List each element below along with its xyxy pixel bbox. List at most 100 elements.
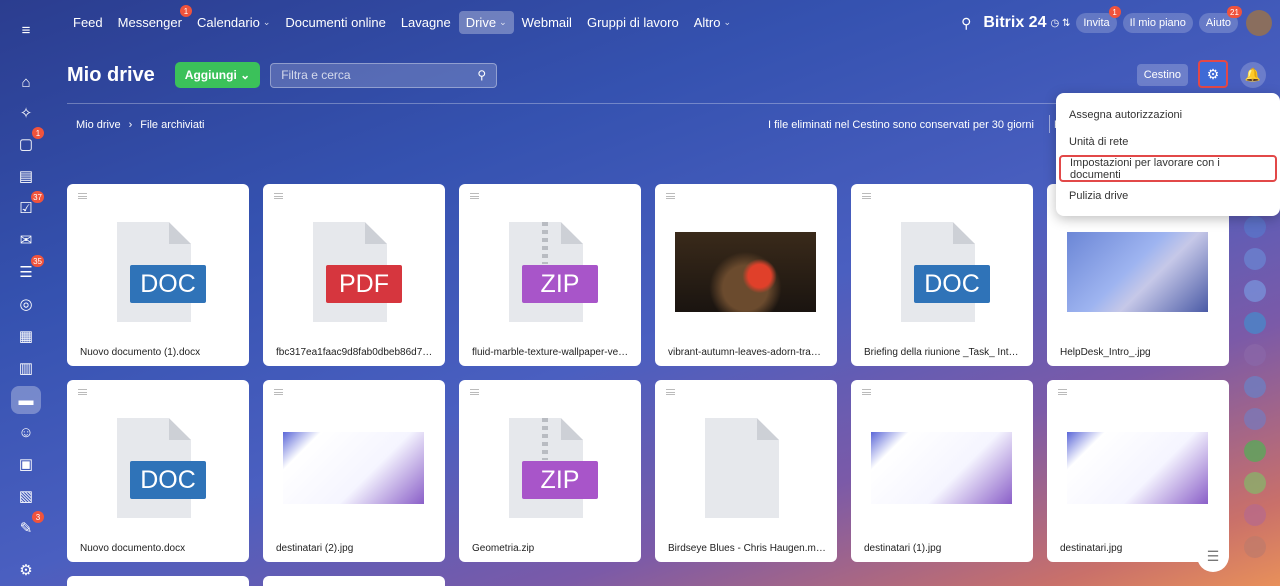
nav-item-8[interactable]: Altro ⌄ — [687, 11, 738, 34]
file-name[interactable]: destinatari (1).jpg — [864, 543, 1022, 554]
contact-avatar[interactable] — [1244, 344, 1266, 366]
contact-avatar[interactable] — [1244, 440, 1266, 462]
help-button[interactable]: Aiuto 21 — [1198, 6, 1242, 33]
chat-icon[interactable]: ▢ 1 — [12, 127, 44, 158]
file-name[interactable]: Birdseye Blues - Chris Haugen.mp3 — [668, 543, 826, 554]
notifications-bell-icon[interactable]: 🔔 — [1240, 62, 1266, 88]
drag-handle-icon[interactable] — [862, 389, 871, 395]
file-name[interactable]: Nuovo documento (1).docx — [80, 347, 238, 358]
file-type-label: ZIP — [522, 461, 598, 499]
nav-item-4[interactable]: Lavagne — [394, 11, 458, 34]
rail-badge: 35 — [31, 255, 44, 267]
drag-handle-icon[interactable] — [274, 193, 283, 199]
file-type-label: DOC — [130, 461, 206, 499]
breadcrumb-root[interactable]: Mio drive — [76, 119, 121, 131]
avatar[interactable] — [1246, 10, 1272, 36]
file-card[interactable]: vibrant-autumn-leaves-adorn-tranqu... — [655, 184, 837, 366]
my-plan-button[interactable]: Il mio piano — [1122, 13, 1193, 33]
contact-avatar[interactable] — [1244, 472, 1266, 494]
nav-item-7[interactable]: Gruppi di lavoro — [580, 11, 686, 34]
search-icon[interactable]: ⚲ — [961, 15, 971, 32]
add-label: Aggiungi — [184, 68, 237, 82]
nav-item-1[interactable]: Messenger 1 — [111, 5, 192, 34]
file-card[interactable]: destinatari (1).jpg — [851, 380, 1033, 562]
invite-button[interactable]: Invita 1 — [1076, 6, 1121, 33]
drag-handle-icon[interactable] — [470, 193, 479, 199]
target-icon[interactable]: ◎ — [12, 290, 40, 318]
file-card[interactable]: DOC Nuovo documento.docx — [67, 380, 249, 562]
dropdown-item-0[interactable]: Assegna autorizzazioni — [1056, 101, 1280, 128]
tasks-icon[interactable]: ☑ 37 — [12, 191, 44, 222]
settings-icon[interactable]: ⚙ — [12, 556, 40, 584]
contact-avatar[interactable] — [1244, 248, 1266, 270]
page-title: Mio drive — [67, 63, 155, 86]
file-type-label: DOC — [130, 265, 206, 303]
groups-icon[interactable]: ☺ — [12, 418, 40, 446]
board-icon[interactable]: ▣ — [12, 450, 40, 478]
nav-item-0[interactable]: Feed — [66, 11, 110, 34]
drag-handle-icon[interactable] — [862, 193, 871, 199]
file-card[interactable] — [67, 576, 249, 586]
file-card[interactable]: ZIP Geometria.zip — [459, 380, 641, 562]
planner-icon[interactable]: ▧ — [12, 482, 40, 510]
dropdown-item-2[interactable]: Impostazioni per lavorare con i document… — [1059, 155, 1277, 182]
drive-icon[interactable]: ▬ — [11, 386, 41, 414]
chevron-down-icon: ⌄ — [499, 17, 507, 27]
contact-avatar[interactable] — [1244, 376, 1266, 398]
contact-avatar[interactable] — [1244, 536, 1266, 558]
crm-icon[interactable]: ☰ 35 — [12, 255, 44, 286]
calendar-icon[interactable]: ▦ — [12, 322, 40, 350]
docs-icon[interactable]: ▥ — [12, 354, 40, 382]
file-card[interactable]: ZIP fluid-marble-texture-wallpaper-vecto.… — [459, 184, 641, 366]
file-name[interactable]: HelpDesk_Intro_.jpg — [1060, 347, 1218, 358]
file-name[interactable]: fbc317ea1faac9d8fab0dbeb86d7c9c3.... — [276, 347, 434, 358]
drag-handle-icon[interactable] — [470, 389, 479, 395]
list-view-icon[interactable]: ☰ — [1197, 540, 1229, 572]
trash-button[interactable]: Cestino — [1136, 64, 1188, 86]
file-card[interactable]: PDF fbc317ea1faac9d8fab0dbeb86d7c9c3.... — [263, 184, 445, 366]
breadcrumb-current[interactable]: File archiviati — [140, 119, 204, 131]
dropdown-item-3[interactable]: Pulizia drive — [1056, 182, 1280, 209]
ai-icon[interactable]: ✧ — [12, 99, 40, 127]
menu-icon[interactable]: ≡ — [12, 16, 40, 44]
file-name[interactable]: fluid-marble-texture-wallpaper-vecto... — [472, 347, 630, 358]
drag-handle-icon[interactable] — [274, 389, 283, 395]
nav-item-5[interactable]: Drive ⌄ — [458, 11, 514, 34]
file-card[interactable]: DOC Nuovo documento (1).docx — [67, 184, 249, 366]
nav-item-3[interactable]: Documenti online — [278, 11, 392, 34]
settings-gear-button[interactable]: ⚙ — [1198, 60, 1228, 88]
drag-handle-icon[interactable] — [78, 193, 87, 199]
drag-handle-icon[interactable] — [1058, 389, 1067, 395]
nav-item-2[interactable]: Calendario ⌄ — [190, 11, 277, 34]
add-button[interactable]: Aggiungi ⌄ — [174, 62, 261, 88]
search-input[interactable]: Filtra e cerca ⚲ — [270, 62, 498, 88]
file-name[interactable]: Briefing della riunione _Task_ Intervis.… — [864, 347, 1022, 358]
drag-handle-icon[interactable] — [78, 389, 87, 395]
file-card[interactable] — [263, 576, 445, 586]
contact-avatar[interactable] — [1244, 312, 1266, 334]
file-fold — [953, 222, 975, 244]
file-name[interactable]: destinatari.jpg — [1060, 543, 1218, 554]
file-name[interactable]: destinatari (2).jpg — [276, 543, 434, 554]
feed-icon[interactable]: ▤ — [12, 162, 40, 190]
mail-icon[interactable]: ✉ — [12, 226, 40, 254]
file-card[interactable]: destinatari.jpg — [1047, 380, 1229, 562]
file-fold — [561, 418, 583, 440]
file-card[interactable]: Birdseye Blues - Chris Haugen.mp3 — [655, 380, 837, 562]
drag-handle-icon[interactable] — [666, 193, 675, 199]
file-name[interactable]: Geometria.zip — [472, 543, 630, 554]
contact-avatar[interactable] — [1244, 280, 1266, 302]
file-card[interactable]: destinatari (2).jpg — [263, 380, 445, 562]
contact-avatar[interactable] — [1244, 504, 1266, 526]
contact-avatar[interactable] — [1244, 216, 1266, 238]
file-name[interactable]: Nuovo documento.docx — [80, 543, 238, 554]
dropdown-item-1[interactable]: Unità di rete — [1056, 128, 1280, 155]
nav-item-6[interactable]: Webmail — [515, 11, 579, 34]
drag-handle-icon[interactable] — [666, 389, 675, 395]
sign-icon[interactable]: ✎ 3 — [12, 511, 44, 542]
image-thumbnail — [675, 232, 816, 312]
home-icon[interactable]: ⌂ — [12, 68, 40, 96]
file-card[interactable]: DOC Briefing della riunione _Task_ Interv… — [851, 184, 1033, 366]
contact-avatar[interactable] — [1244, 408, 1266, 430]
file-name[interactable]: vibrant-autumn-leaves-adorn-tranqu... — [668, 347, 826, 358]
